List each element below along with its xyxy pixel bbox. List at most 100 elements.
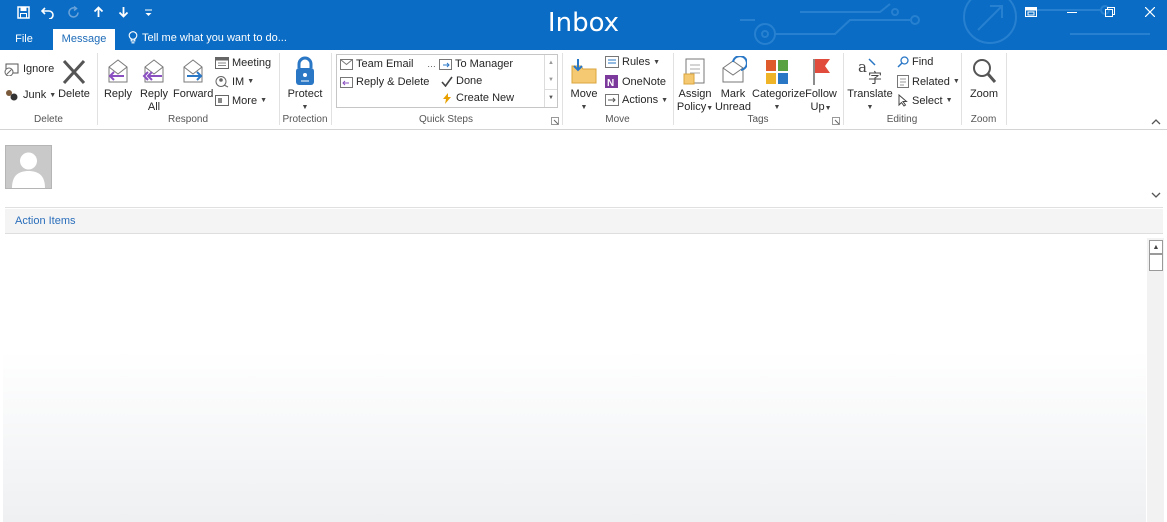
quickstep-done[interactable]: Done [441,75,482,87]
find-button[interactable]: Find [897,56,933,68]
junk-label: Junk [23,89,47,101]
lightning-icon [443,92,451,104]
im-icon [215,76,229,88]
forward-icon [183,59,203,83]
scroll-thumb[interactable] [1149,254,1163,271]
sender-avatar[interactable] [5,145,52,189]
done-label: Done [456,75,483,87]
team-email-icon [340,58,353,70]
forward-button[interactable]: Forward [173,52,213,101]
follow-up-label-1: Follow [805,88,837,100]
group-label-zoom: Zoom [970,114,997,125]
select-label: Select [912,94,943,107]
delete-label: Delete [58,88,90,100]
categorize-label: Categorize [752,88,806,100]
action-items-link[interactable]: Action Items [15,215,76,227]
select-cursor-icon [898,94,908,107]
quickstep-to-manager[interactable]: … To Manager [427,58,513,70]
ignore-button[interactable]: Ignore [4,62,54,76]
reply-all-label-1: Reply [139,88,169,100]
rules-label: Rules [622,56,651,68]
protect-button[interactable]: Protect ▼ [284,52,326,114]
actions-icon [605,94,619,106]
follow-up-label-2: Up [810,101,825,113]
checkmark-icon [441,76,453,87]
group-label-editing: Editing [886,114,918,125]
move-button[interactable]: Move ▼ [567,52,601,114]
to-manager-icon [439,58,452,70]
message-header [0,130,1167,208]
categorize-button[interactable]: Categorize ▼ [752,52,806,114]
junk-button[interactable]: Junk ▼ [4,88,56,102]
reply-button[interactable]: Reply [101,52,135,101]
collapse-ribbon-icon[interactable] [1151,116,1161,128]
message-body[interactable] [3,236,1146,522]
move-label: Move [570,88,598,100]
actions-button[interactable]: Actions ▼ [605,94,668,106]
reply-icon [108,59,128,83]
close-button[interactable] [1136,3,1164,21]
zoom-magnifier-icon [973,59,997,83]
expand-header-icon[interactable] [1151,190,1161,202]
assign-policy-button[interactable]: Assign Policy▼ [676,52,714,115]
more-respond-button[interactable]: More ▼ [215,94,267,107]
find-icon [897,56,909,68]
more-icon [215,95,229,106]
categorize-icon [766,60,788,84]
mark-unread-button[interactable]: Mark Unread [714,52,752,114]
ribbon-display-options-button[interactable] [1017,3,1045,21]
restore-icon [1105,7,1115,17]
protect-label: Protect [287,88,323,100]
gallery-expand-icon[interactable]: ▼ [545,89,557,106]
move-folder-icon [571,59,597,84]
tell-me-search[interactable]: Tell me what you want to do... [128,31,287,44]
delete-x-icon [62,59,86,85]
tab-message[interactable]: Message [53,29,115,50]
scroll-down-icon[interactable]: ▼ [545,72,557,89]
quick-steps-scroll[interactable]: ▲ ▼ ▼ [544,55,557,107]
actions-label: Actions [622,94,659,106]
delete-button[interactable]: Delete [58,52,90,101]
reply-all-icon [142,59,164,83]
onenote-icon: N [605,75,618,88]
find-label: Find [912,56,934,68]
dialog-launcher-icon[interactable] [832,116,840,128]
assign-policy-label-2: Policy [676,101,707,113]
select-button[interactable]: Select ▼ [897,94,953,107]
action-items-bar[interactable]: Action Items [5,209,1163,234]
ribbon: Ignore Junk ▼ Delete Delete Reply Reply A… [0,50,1167,130]
quickstep-create-new[interactable]: Create New [441,92,514,104]
related-button[interactable]: Related ▼ [897,75,960,88]
reply-all-button[interactable]: Reply All [138,52,170,114]
quickstep-team-email[interactable]: Team Email [340,58,413,70]
rules-button[interactable]: Rules ▼ [605,56,660,68]
im-button[interactable]: IM ▼ [215,75,254,88]
meeting-label: Meeting [232,56,272,69]
restore-button[interactable] [1096,3,1124,21]
svg-text:字: 字 [868,71,882,86]
to-manager-label: To Manager [455,58,514,70]
minimize-icon [1067,12,1077,13]
ignore-icon [4,63,19,76]
zoom-label: Zoom [969,88,999,100]
group-label-delete: Delete [34,114,63,125]
reply-label: Reply [103,88,133,100]
translate-button[interactable]: a字 Translate ▼ [847,52,893,114]
tab-file[interactable]: File [8,29,40,50]
onenote-button[interactable]: N OneNote [605,75,666,88]
minimize-button[interactable] [1058,3,1086,21]
person-silhouette-icon [12,152,45,188]
tell-me-text: Tell me what you want to do... [142,31,287,44]
scroll-up-button[interactable]: ▲ [1149,240,1163,254]
dialog-launcher-icon[interactable] [551,116,559,128]
onenote-label: OneNote [622,75,667,88]
vertical-scrollbar[interactable]: ▲ [1147,238,1164,522]
follow-up-button[interactable]: Follow Up▼ [803,52,839,115]
quick-steps-gallery: Team Email Reply & Delete … To Manager D… [336,54,558,108]
scroll-up-icon[interactable]: ▲ [545,55,557,72]
zoom-button[interactable]: Zoom [964,52,1004,101]
quickstep-reply-delete[interactable]: Reply & Delete [340,76,429,88]
meeting-icon [215,57,229,69]
forward-label: Forward [173,88,214,100]
meeting-button[interactable]: Meeting [215,56,271,69]
